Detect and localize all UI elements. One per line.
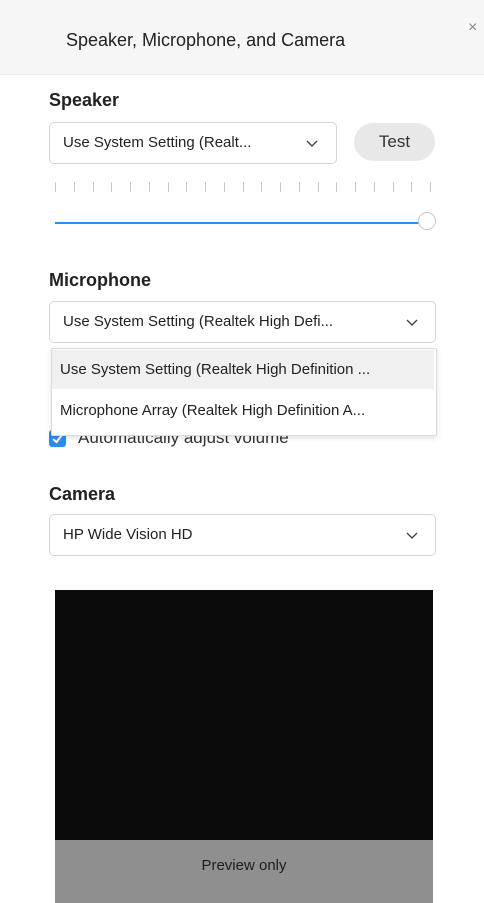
volume-meter-tick (355, 182, 356, 192)
volume-level-meter (55, 182, 437, 194)
volume-meter-tick (430, 182, 431, 192)
chevron-down-icon (306, 140, 318, 147)
speaker-volume-track[interactable] (55, 222, 427, 224)
speaker-label: Speaker (49, 90, 120, 110)
volume-meter-tick (280, 182, 281, 192)
chevron-down-icon (406, 532, 418, 539)
volume-meter-tick (261, 182, 262, 192)
volume-meter-tick (411, 182, 412, 192)
microphone-option[interactable]: Use System Setting (Realtek High Definit… (52, 350, 434, 389)
camera-select[interactable]: HP Wide Vision HD (49, 514, 436, 556)
volume-meter-tick (318, 182, 319, 192)
dialog-title: Speaker, Microphone, and Camera (66, 30, 346, 50)
speaker-volume-fill (55, 222, 427, 224)
volume-meter-tick (74, 182, 75, 192)
volume-meter-tick (393, 182, 394, 192)
close-icon[interactable]: × (468, 20, 477, 36)
microphone-option[interactable]: Microphone Array (Realtek High Definitio… (52, 391, 434, 430)
volume-meter-tick (111, 182, 112, 192)
volume-meter-tick (299, 182, 300, 192)
microphone-selected-value: Use System Setting (Realtek High Defi... (63, 313, 334, 330)
speaker-selected-value: Use System Setting (Realt... (63, 134, 252, 151)
chevron-down-icon (406, 319, 418, 326)
volume-meter-tick (205, 182, 206, 192)
speaker-volume-thumb[interactable] (418, 212, 436, 230)
volume-meter-tick (55, 182, 56, 192)
volume-meter-tick (130, 182, 131, 192)
camera-selected-value: HP Wide Vision HD (63, 526, 193, 543)
camera-label: Camera (49, 484, 116, 504)
speaker-select[interactable]: Use System Setting (Realt... (49, 122, 337, 164)
volume-meter-tick (374, 182, 375, 192)
microphone-dropdown-menu: Use System Setting (Realtek High Definit… (51, 348, 437, 436)
microphone-label: Microphone (49, 270, 151, 290)
microphone-select[interactable]: Use System Setting (Realtek High Defi... (49, 301, 436, 343)
volume-meter-tick (243, 182, 244, 192)
dialog-header: Speaker, Microphone, and Camera × (0, 0, 484, 75)
volume-meter-tick (186, 182, 187, 192)
volume-meter-tick (149, 182, 150, 192)
volume-meter-tick (168, 182, 169, 192)
volume-meter-tick (93, 182, 94, 192)
camera-preview-bar: Preview only (55, 840, 433, 903)
preview-only-label: Preview only (201, 857, 287, 874)
volume-meter-tick (224, 182, 225, 192)
camera-preview (55, 590, 433, 840)
speaker-test-button[interactable]: Test (354, 123, 435, 161)
volume-meter-tick (336, 182, 337, 192)
